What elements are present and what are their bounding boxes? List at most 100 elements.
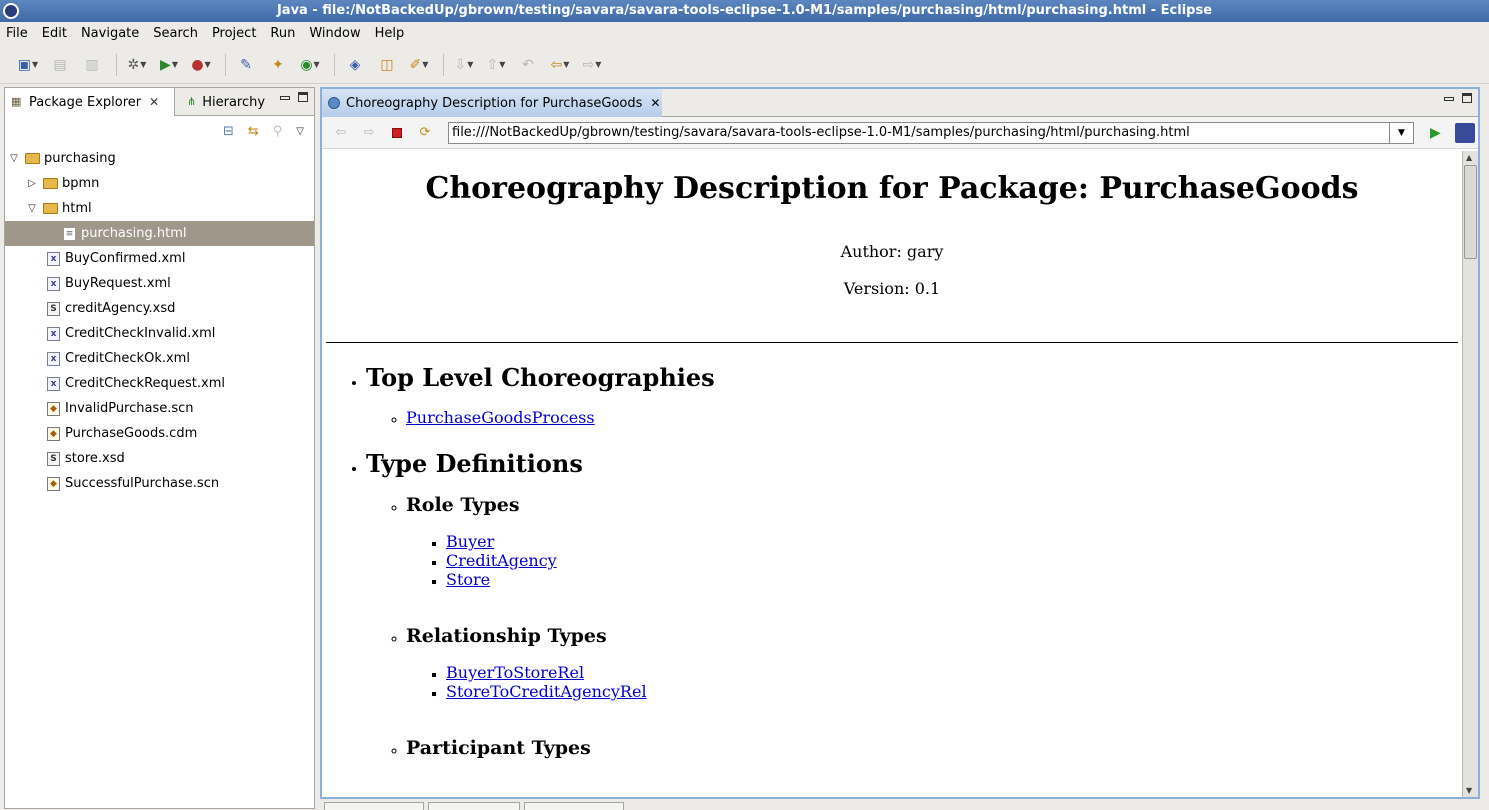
toolbar-separator [116, 53, 117, 76]
tab-choreography-description[interactable]: Choreography Description for PurchaseGoo… [322, 89, 662, 117]
project-tree: ▽ purchasing ▷ bpmn ▽ html ≡ purchasing.… [5, 146, 314, 496]
menu-navigate[interactable]: Navigate [81, 26, 139, 41]
xml-file-icon: x [47, 326, 60, 341]
tree-item-file[interactable]: x BuyConfirmed.xml [5, 246, 314, 271]
new-wizard-button[interactable]: ▣ ▼ [14, 54, 42, 76]
tree-item-file[interactable]: S creditAgency.xsd [5, 296, 314, 321]
scroll-down-icon[interactable]: ▼ [1466, 786, 1472, 795]
previous-annotation-button[interactable]: ⇧ ▼ [482, 54, 510, 76]
horizontal-rule [326, 342, 1458, 343]
back-button[interactable]: ⇦ ▼ [546, 54, 574, 76]
link-buyertostorerel[interactable]: BuyerToStoreRel [446, 663, 584, 682]
menu-project[interactable]: Project [212, 26, 256, 41]
toolbar-separator [225, 53, 226, 76]
package-explorer-toolbar: ⊟ ⇆ ⚲ ▽ [5, 116, 314, 146]
chevron-down-icon: ▼ [563, 60, 570, 69]
open-type-icon: ◈ [349, 56, 361, 73]
back-arrow-icon: ⇦ [550, 56, 563, 73]
new-package-button[interactable]: ✦ [264, 54, 292, 76]
menu-help[interactable]: Help [375, 26, 405, 41]
maximize-icon[interactable] [298, 92, 308, 102]
tab-hierarchy[interactable]: ⋔ Hierarchy [181, 88, 269, 116]
collapsed-twisty-icon[interactable]: ▷ [25, 178, 39, 189]
tree-item-file-selected[interactable]: ≡ purchasing.html [5, 221, 314, 246]
menu-file[interactable]: File [6, 26, 28, 41]
url-field[interactable]: file:///NotBackedUp/gbrown/testing/savar… [448, 121, 1414, 144]
tree-item-folder[interactable]: ▷ bpmn [5, 171, 314, 196]
new-class-button[interactable]: ◉ ▼ [296, 54, 324, 76]
list-item: Buyer [446, 532, 1458, 551]
debug-button[interactable]: ✲ ▼ [123, 54, 151, 76]
menu-window[interactable]: Window [309, 26, 360, 41]
expanded-twisty-icon[interactable]: ▽ [7, 153, 21, 164]
search-button[interactable]: ✐ ▼ [405, 54, 433, 76]
tree-item-file[interactable]: ◆ InvalidPurchase.scn [5, 396, 314, 421]
tree-item-folder[interactable]: ▽ html [5, 196, 314, 221]
expanded-twisty-icon[interactable]: ▽ [25, 203, 39, 214]
browser-stop-button[interactable] [386, 122, 408, 144]
tree-item-label: purchasing.html [81, 226, 187, 241]
tree-item-file[interactable]: x CreditCheckRequest.xml [5, 371, 314, 396]
link-buyer[interactable]: Buyer [446, 532, 494, 551]
external-tools-button[interactable]: ● ▼ [187, 54, 215, 76]
run-button[interactable]: ▶ ▼ [155, 54, 183, 76]
tree-item-file[interactable]: ◆ SuccessfulPurchase.scn [5, 471, 314, 496]
filter-icon[interactable]: ⚲ [273, 124, 283, 139]
chevron-down-icon: ▼ [204, 60, 211, 69]
link-store[interactable]: Store [446, 570, 490, 589]
document-author: Author: gary [840, 242, 944, 261]
minimize-icon[interactable] [280, 96, 290, 100]
save-button[interactable]: ▤ [46, 54, 74, 76]
link-storetocreditagencyrel[interactable]: StoreToCreditAgencyRel [446, 682, 647, 701]
tree-item-label: purchasing [44, 151, 116, 166]
browser-forward-button[interactable]: ⇨ [358, 122, 380, 144]
scroll-thumb[interactable] [1464, 165, 1477, 259]
url-text: file:///NotBackedUp/gbrown/testing/savar… [452, 125, 1190, 140]
bottom-view-area [320, 800, 1480, 810]
relationship-types-list: BuyerToStoreRel StoreToCreditAgencyRel [446, 663, 1458, 701]
new-file-icon: ▣ [17, 56, 32, 73]
menu-search[interactable]: Search [153, 26, 198, 41]
window-title-bar: Java - file:/NotBackedUp/gbrown/testing/… [0, 0, 1489, 22]
next-annotation-button[interactable]: ⇩ ▼ [450, 54, 478, 76]
open-resource-button[interactable]: ◫ [373, 54, 401, 76]
scenario-file-icon: ◆ [47, 401, 60, 416]
print-button[interactable]: ▥ [78, 54, 106, 76]
link-creditagency[interactable]: CreditAgency [446, 551, 557, 570]
close-icon[interactable]: ✕ [149, 95, 159, 109]
forward-button[interactable]: ⇨ ▼ [578, 54, 606, 76]
tree-item-label: html [62, 201, 92, 216]
new-java-project-button[interactable]: ✎ [232, 54, 260, 76]
tree-item-file[interactable]: S store.xsd [5, 446, 314, 471]
last-edit-button[interactable]: ↶ [514, 54, 542, 76]
tree-item-project[interactable]: ▽ purchasing [5, 146, 314, 171]
tab-package-explorer[interactable]: ▦ Package Explorer ✕ [5, 88, 175, 116]
collapse-all-icon[interactable]: ⊟ [223, 124, 234, 139]
open-external-browser-icon[interactable] [1454, 122, 1475, 143]
tree-item-file[interactable]: x CreditCheckOk.xml [5, 346, 314, 371]
chevron-down-icon: ▼ [140, 60, 147, 69]
scroll-up-icon[interactable]: ▲ [1466, 153, 1472, 162]
external-tools-icon: ● [191, 56, 204, 73]
url-history-dropdown[interactable]: ▼ [1389, 122, 1413, 143]
close-icon[interactable]: ✕ [650, 96, 660, 110]
maximize-icon[interactable] [1462, 93, 1472, 103]
stop-icon [392, 127, 402, 138]
link-purchasegoodsprocess[interactable]: PurchaseGoodsProcess [406, 408, 595, 427]
menu-run[interactable]: Run [270, 26, 295, 41]
view-menu-icon[interactable]: ▽ [296, 126, 304, 137]
eclipse-app-icon[interactable] [3, 3, 19, 19]
subsection-role-types: Role Types Buyer CreditAgency Store [406, 494, 1458, 589]
browser-refresh-button[interactable]: ⟳ [414, 122, 436, 144]
minimize-icon[interactable] [1444, 97, 1454, 101]
browser-back-button[interactable]: ⇦ [330, 122, 352, 144]
tree-item-file[interactable]: ◆ PurchaseGoods.cdm [5, 421, 314, 446]
link-with-editor-icon[interactable]: ⇆ [248, 124, 259, 139]
vertical-scrollbar[interactable]: ▲ ▼ [1462, 151, 1478, 797]
tree-item-file[interactable]: x CreditCheckInvalid.xml [5, 321, 314, 346]
menu-edit[interactable]: Edit [42, 26, 67, 41]
open-type-button[interactable]: ◈ [341, 54, 369, 76]
go-button[interactable]: ▶ [1430, 125, 1441, 141]
tree-item-file[interactable]: x BuyRequest.xml [5, 271, 314, 296]
browser-editor: Choreography Description for PurchaseGoo… [320, 87, 1480, 799]
